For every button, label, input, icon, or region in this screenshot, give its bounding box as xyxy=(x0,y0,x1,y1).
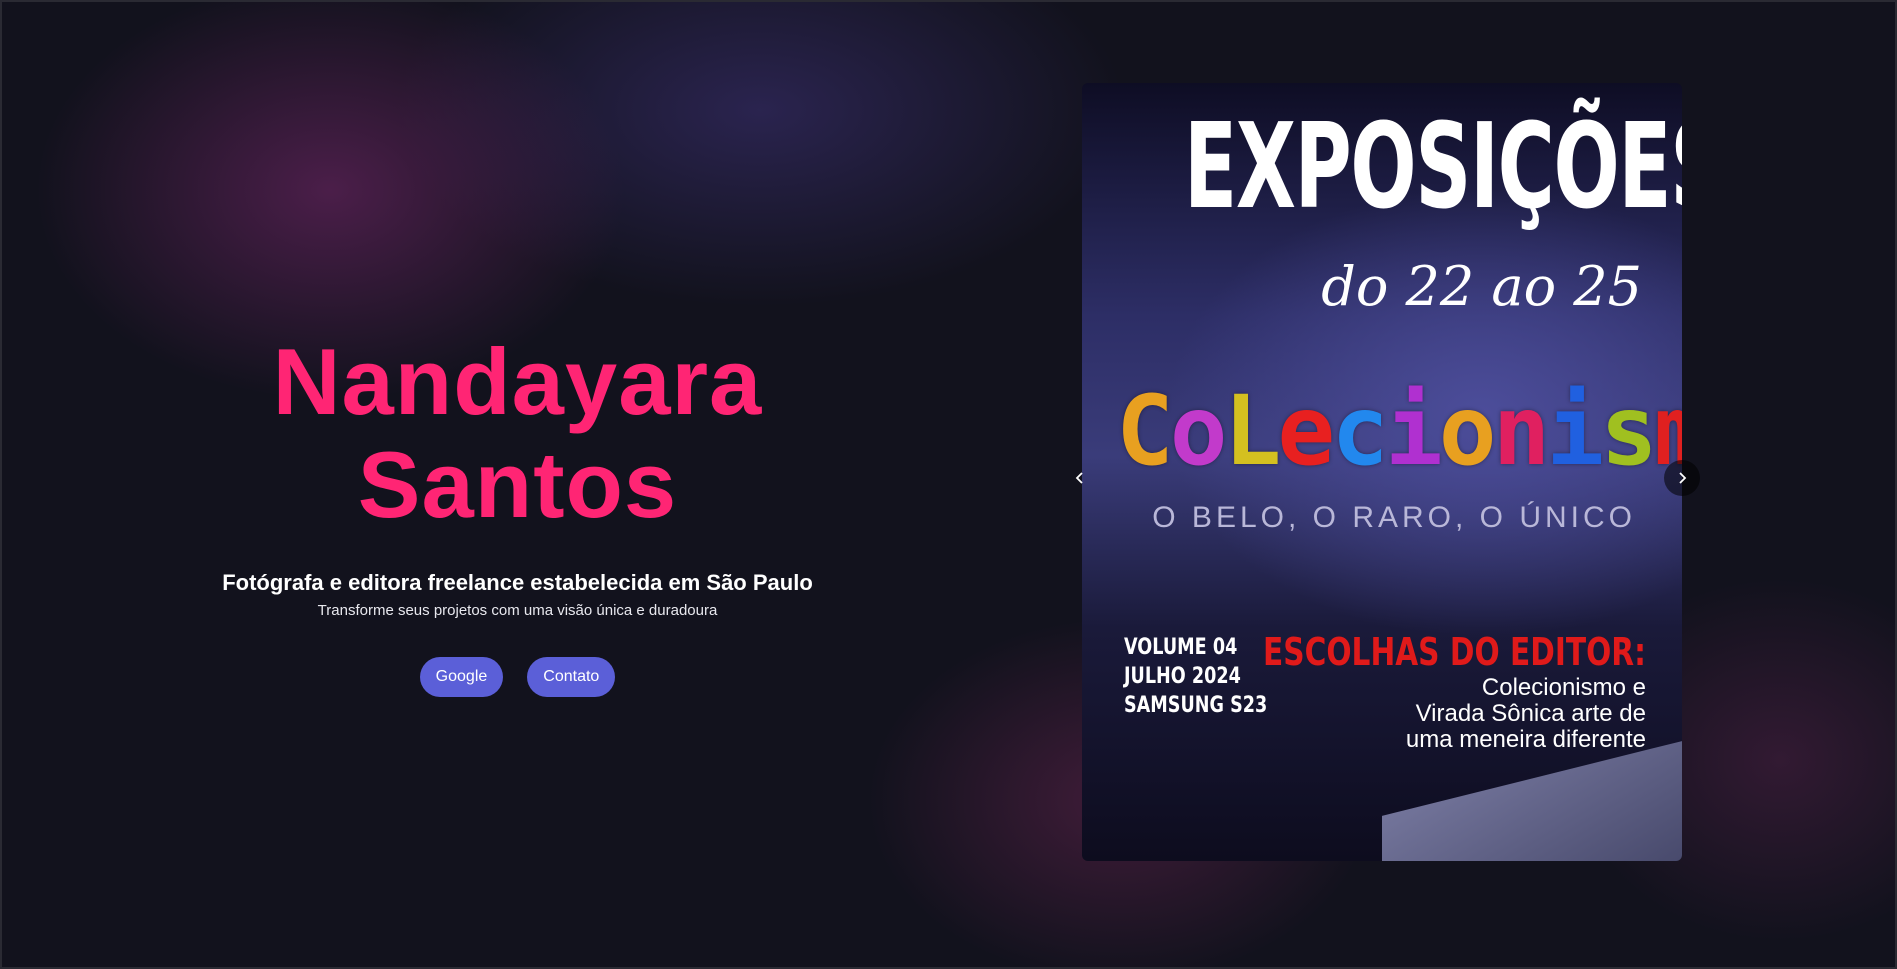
cover-title: EXPOSIÇÕES xyxy=(1184,97,1682,235)
hero-name: Nandayara Santos xyxy=(272,329,763,538)
editor-line: uma meneira diferente xyxy=(1405,726,1646,753)
editor-line: Colecionismo e xyxy=(1481,674,1646,701)
google-button[interactable]: Google xyxy=(419,656,504,697)
carousel-prev-button[interactable] xyxy=(1062,460,1098,496)
sign-letter: c xyxy=(1331,375,1389,487)
sign-letter: s xyxy=(1600,375,1658,487)
cover-editor-picks: ESCOLHAS DO EDITOR: Colecionismo e Virad… xyxy=(1155,630,1646,752)
sign-letter: L xyxy=(1223,375,1282,487)
sign-letter: i xyxy=(1546,375,1604,487)
magazine-cover-image: EXPOSIÇÕES do 22 ao 25 C o L e c i o n i… xyxy=(1082,83,1682,861)
carousel-next-button[interactable] xyxy=(1664,460,1700,496)
contact-button[interactable]: Contato xyxy=(527,656,616,697)
sign-letter: i xyxy=(1384,375,1443,487)
chevron-right-icon xyxy=(1679,472,1687,484)
editor-heading: ESCOLHAS DO EDITOR: xyxy=(1263,630,1646,674)
sign-letter: n xyxy=(1492,375,1551,487)
hero-subtitle: Fotógrafa e editora freelance estabeleci… xyxy=(222,569,813,595)
sign-letter: o xyxy=(1438,375,1497,487)
cover-motto: O BELO, O RARO, O ÚNICO xyxy=(1152,501,1636,534)
cover-dates: do 22 ao 25 xyxy=(1321,255,1642,318)
hero-buttons: Google Contato xyxy=(100,656,935,697)
image-carousel: EXPOSIÇÕES do 22 ao 25 C o L e c i o n i… xyxy=(1082,83,1682,861)
chevron-left-icon xyxy=(1075,472,1083,484)
cover-colecionismo-sign: C o L e c i o n i s m o xyxy=(1116,383,1682,479)
sign-letter: C xyxy=(1116,375,1174,487)
hero-section: Nandayara Santos Fotógrafa e editora fre… xyxy=(100,330,935,697)
hero-tagline: Transforme seus projetos com uma visão ú… xyxy=(317,601,718,619)
sign-letter: e xyxy=(1277,375,1335,487)
sign-letter: o xyxy=(1169,375,1228,487)
editor-line: Virada Sônica arte de xyxy=(1415,700,1646,727)
